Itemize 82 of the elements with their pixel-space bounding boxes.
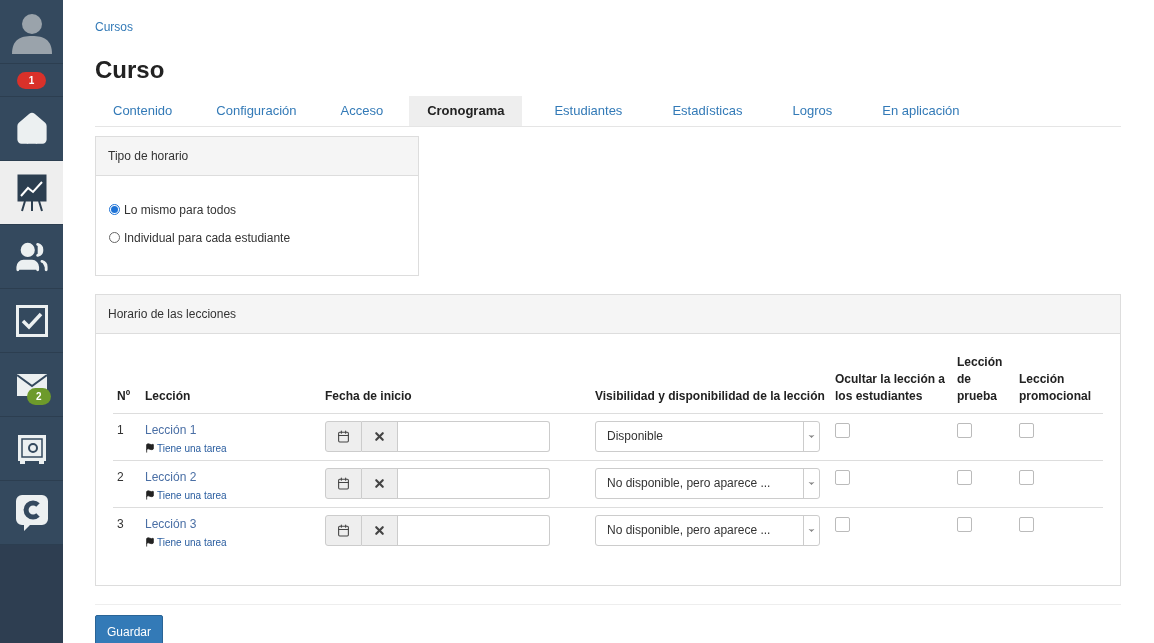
sidebar-item[interactable] xyxy=(0,481,63,545)
visibility-select[interactable]: No disponible, pero aparece ... xyxy=(595,467,820,499)
task-note-text: Tiene una tarea xyxy=(157,488,227,503)
select-value: No disponible, pero aparece ... xyxy=(606,522,772,539)
lesson-link[interactable]: Lección 2 xyxy=(145,467,325,486)
checkbox[interactable] xyxy=(1019,422,1034,438)
speech-bubble-icon xyxy=(15,494,48,531)
checkbox[interactable] xyxy=(957,469,972,485)
row-number: 2 xyxy=(116,468,125,486)
page-title: Curso xyxy=(95,55,166,85)
task-note-text: Tiene una tarea xyxy=(157,535,227,550)
sidebar-item[interactable] xyxy=(0,161,63,225)
date-input[interactable] xyxy=(398,420,550,452)
calendar-button[interactable] xyxy=(325,420,362,452)
tab[interactable]: Contenido xyxy=(95,96,191,126)
flag-icon xyxy=(145,490,155,500)
calendar-icon xyxy=(337,476,350,490)
checkbox[interactable] xyxy=(957,422,972,438)
date-input[interactable] xyxy=(398,514,550,546)
panel-heading: Horario de las lecciones xyxy=(96,294,1120,334)
radio-option[interactable]: Lo mismo para todos xyxy=(109,200,405,219)
save-button[interactable]: Guardar xyxy=(95,614,164,643)
column-header: Lección promocional xyxy=(1019,370,1092,405)
sidebar-item[interactable] xyxy=(0,97,63,161)
sidebar-item[interactable] xyxy=(0,225,63,289)
notification-count: 1 xyxy=(16,71,47,89)
tab[interactable]: Estudiantes xyxy=(536,96,641,126)
radio-option[interactable]: Individual para cada estudiante xyxy=(109,228,405,247)
close-icon xyxy=(373,476,386,490)
column-header: Nº xyxy=(116,387,132,405)
row-number: 3 xyxy=(116,515,125,533)
sidebar-item[interactable] xyxy=(0,417,63,481)
row-number: 1 xyxy=(116,421,125,439)
lesson-link[interactable]: Lección 3 xyxy=(145,514,325,533)
safe-icon xyxy=(16,433,47,464)
column-header: Visibilidad y disponibilidad de la lección xyxy=(595,387,826,405)
checkbox[interactable] xyxy=(1019,469,1034,485)
checkbox[interactable] xyxy=(957,516,972,532)
close-icon xyxy=(373,523,386,537)
radio-label: Lo mismo para todos xyxy=(124,201,237,219)
tab[interactable]: Cronograma xyxy=(409,96,523,126)
task-note-text: Tiene una tarea xyxy=(157,441,227,456)
clear-button[interactable] xyxy=(362,420,398,452)
message-count: 2 xyxy=(27,388,51,405)
tab[interactable]: Configuración xyxy=(198,96,315,126)
tab[interactable]: Acceso xyxy=(322,96,402,126)
visibility-select[interactable]: No disponible, pero aparece ... xyxy=(595,514,820,546)
checkbox-icon xyxy=(15,304,48,337)
select-value: Disponible xyxy=(606,428,665,445)
lesson-link[interactable]: Lección 1 xyxy=(145,420,325,439)
checkbox[interactable] xyxy=(835,516,850,532)
column-header: Lección de prueba xyxy=(957,353,1004,405)
calendar-icon xyxy=(337,523,350,537)
visibility-select[interactable]: Disponible xyxy=(595,420,820,452)
flag-icon xyxy=(145,537,155,547)
panel-heading: Tipo de horario xyxy=(96,136,418,176)
radio-button[interactable] xyxy=(109,232,120,243)
sidebar-item[interactable] xyxy=(0,289,63,353)
checkbox[interactable] xyxy=(1019,516,1034,532)
calendar-button[interactable] xyxy=(325,514,362,546)
sidebar-item[interactable]: 2 xyxy=(0,353,63,417)
tab[interactable]: En aplicación xyxy=(864,96,978,126)
notifications-item[interactable]: 1 xyxy=(0,64,63,97)
radio-button[interactable] xyxy=(109,204,120,215)
date-input[interactable] xyxy=(398,467,550,499)
checkbox[interactable] xyxy=(835,422,850,438)
close-icon xyxy=(373,429,386,443)
tab[interactable]: Logros xyxy=(774,96,851,126)
calendar-button[interactable] xyxy=(325,467,362,499)
column-header: Fecha de inicio xyxy=(325,387,413,405)
breadcrumb-link[interactable]: Cursos xyxy=(95,18,1121,36)
radio-label: Individual para cada estudiante xyxy=(124,229,291,247)
calendar-icon xyxy=(337,429,350,443)
clear-button[interactable] xyxy=(362,514,398,546)
column-header: Lección xyxy=(145,387,192,405)
flag-icon xyxy=(145,443,155,453)
column-header: Ocultar la lección a los estudiantes xyxy=(835,370,947,405)
clear-button[interactable] xyxy=(362,467,398,499)
presentation-chart-icon xyxy=(16,173,47,212)
select-value: No disponible, pero aparece ... xyxy=(606,475,772,492)
checkbox[interactable] xyxy=(835,469,850,485)
tab[interactable]: Estadísticas xyxy=(654,96,761,126)
